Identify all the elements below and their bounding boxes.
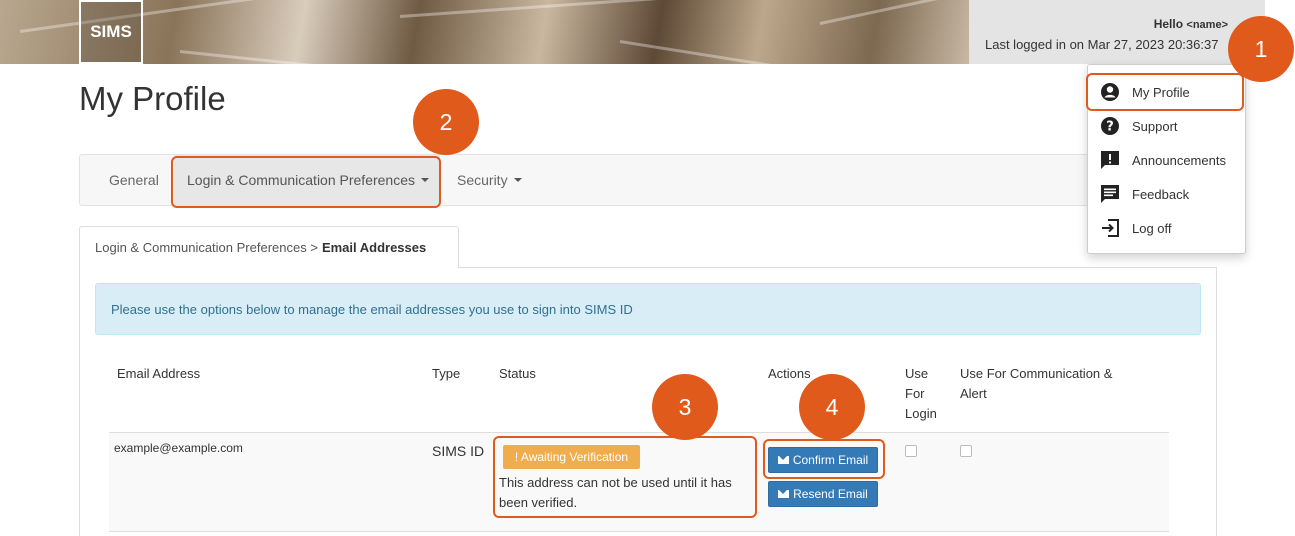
question-circle-icon: ? xyxy=(1100,116,1120,136)
menu-item-label: Log off xyxy=(1132,220,1172,236)
sims-logo[interactable]: SIMS xyxy=(79,0,143,64)
menu-item-log-off[interactable]: Log off xyxy=(1100,215,1172,241)
col-actions-header: Actions xyxy=(768,366,811,381)
menu-item-label: Feedback xyxy=(1132,186,1190,202)
announcement-icon xyxy=(1100,150,1120,170)
user-info-box: Hello <name> Last logged in on Mar 27, 2… xyxy=(969,0,1265,64)
col-type-header: Type xyxy=(432,366,461,381)
greeting: Hello <name> xyxy=(1154,17,1228,31)
callout-1: 1 xyxy=(1228,16,1294,82)
row-type: SIMS ID xyxy=(432,443,485,459)
highlight-my-profile xyxy=(1086,73,1244,111)
use-for-communication-checkbox[interactable] xyxy=(960,445,972,457)
last-logged-in: Last logged in on Mar 27, 2023 20:36:37 xyxy=(985,37,1219,52)
table-divider xyxy=(109,531,1169,532)
highlight-login-tab xyxy=(171,156,441,208)
col-status-header: Status xyxy=(499,366,536,381)
tab-general-label: General xyxy=(109,172,159,188)
breadcrumb-parent: Login & Communication Preferences > xyxy=(95,240,318,255)
callout-4: 4 xyxy=(799,374,865,440)
use-for-login-checkbox[interactable] xyxy=(905,445,917,457)
highlight-confirm xyxy=(763,439,885,479)
col-use-login-header: Use For Login xyxy=(905,366,937,421)
resend-email-button[interactable]: Resend Email xyxy=(768,481,878,507)
table-divider xyxy=(109,432,1169,433)
caret-down-icon xyxy=(513,178,522,182)
page: SIMS Hello <name> Last logged in on Mar … xyxy=(0,0,1295,536)
logout-icon xyxy=(1100,218,1120,238)
resend-email-label: Resend Email xyxy=(793,487,868,501)
highlight-status xyxy=(493,436,757,518)
svg-text:?: ? xyxy=(1106,120,1114,135)
callout-3: 3 xyxy=(652,374,718,440)
col-use-comm-header: Use For Communication & Alert xyxy=(960,366,1113,401)
menu-item-announcements[interactable]: Announcements xyxy=(1100,147,1226,173)
user-name: <name> xyxy=(1186,19,1228,31)
menu-item-feedback[interactable]: Feedback xyxy=(1100,181,1189,207)
menu-item-label: Support xyxy=(1132,118,1178,134)
greeting-label: Hello xyxy=(1153,17,1184,31)
tab-security-label: Security xyxy=(457,172,508,188)
envelope-icon xyxy=(778,490,790,498)
breadcrumb-current: Email Addresses xyxy=(321,240,427,255)
info-alert: Please use the options below to manage t… xyxy=(95,283,1201,335)
tab-general[interactable]: General xyxy=(109,155,159,205)
callout-2: 2 xyxy=(413,89,479,155)
col-email-header: Email Address xyxy=(117,366,201,381)
breadcrumb-tab[interactable]: Login & Communication Preferences > Emai… xyxy=(79,226,459,268)
menu-item-label: Announcements xyxy=(1132,152,1226,168)
tab-security[interactable]: Security xyxy=(457,155,522,205)
menu-item-support[interactable]: ? Support xyxy=(1100,113,1178,139)
feedback-icon xyxy=(1100,184,1120,204)
page-title: My Profile xyxy=(79,80,226,117)
row-email: example@example.com xyxy=(114,441,243,455)
